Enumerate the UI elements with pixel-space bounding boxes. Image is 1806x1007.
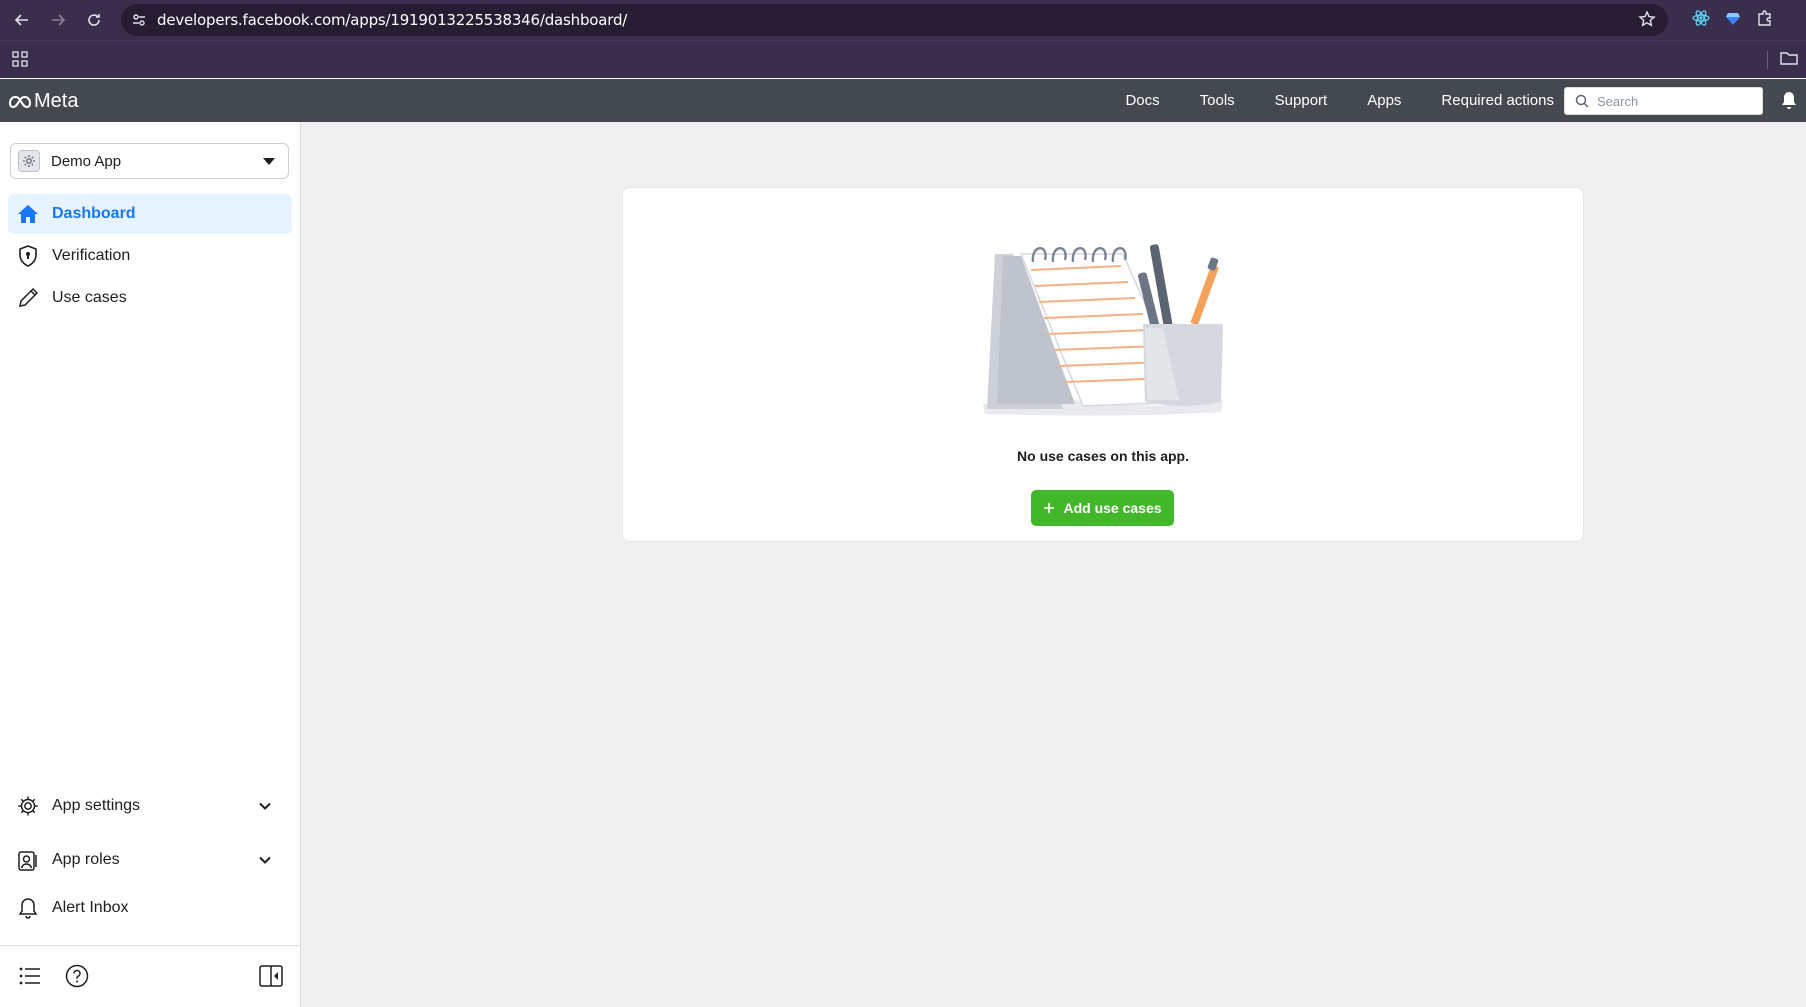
add-use-cases-label: Add use cases [1063, 500, 1162, 516]
empty-state-message: No use cases on this app. [1017, 448, 1189, 464]
bookmarks-separator [1767, 51, 1768, 69]
sidebar-item-label: App settings [52, 797, 141, 814]
sidebar-item-verification[interactable]: Verification [8, 236, 292, 276]
sidebar-item-app-roles[interactable]: App roles [8, 840, 292, 880]
sidebar-footer [0, 945, 300, 1007]
nav-link-tools[interactable]: Tools [1200, 92, 1235, 109]
app-name: Demo App [51, 152, 122, 170]
address-bar[interactable]: developers.facebook.com/apps/19190132255… [121, 4, 1668, 36]
sidebar-item-label: App roles [52, 851, 120, 868]
folder-icon[interactable] [1780, 50, 1798, 71]
sidebar-item-label: Dashboard [52, 205, 136, 222]
collapse-sidebar-icon[interactable] [259, 965, 283, 992]
user-badge-icon [16, 848, 40, 872]
list-icon[interactable] [19, 966, 41, 991]
reload-button[interactable] [76, 0, 112, 40]
sidebar-item-alert-inbox[interactable]: Alert Inbox [8, 888, 292, 928]
notifications-bell-icon[interactable] [1780, 91, 1798, 115]
chevron-down-icon [258, 853, 272, 872]
add-use-cases-button[interactable]: Add use cases [1031, 490, 1174, 526]
apps-grid-icon[interactable] [12, 51, 28, 72]
sidebar-item-app-settings[interactable]: App settings [8, 786, 292, 826]
nav-link-required-actions[interactable]: Required actions [1441, 92, 1554, 109]
sidebar-item-use-cases[interactable]: Use cases [8, 278, 292, 318]
help-icon[interactable] [65, 964, 89, 993]
notebook-illustration [983, 244, 1223, 416]
url-text[interactable]: developers.facebook.com/apps/19190132255… [157, 11, 627, 29]
meta-infinity-icon [9, 95, 31, 108]
meta-header: Meta Docs Tools Support Apps Required ac… [0, 79, 1806, 122]
shield-icon [16, 244, 40, 268]
back-button[interactable] [4, 0, 40, 40]
sidebar-item-label: Alert Inbox [52, 899, 129, 916]
nav-link-apps[interactable]: Apps [1367, 92, 1401, 109]
star-icon[interactable] [1638, 10, 1656, 33]
caret-down-icon [263, 158, 275, 165]
forward-button[interactable] [40, 0, 76, 40]
sidebar-item-dashboard[interactable]: Dashboard [8, 194, 292, 234]
sidebar: Demo App Dashboard Verification Use case… [0, 122, 301, 1007]
app-gear-icon [18, 150, 40, 172]
top-nav: Docs Tools Support Apps Required actions [1085, 79, 1554, 122]
extensions-icon[interactable] [1756, 9, 1774, 32]
home-icon [16, 202, 40, 226]
empty-state-card: No use cases on this app. Add use cases [622, 187, 1584, 542]
react-devtools-icon[interactable] [1692, 9, 1710, 32]
app-selector-dropdown[interactable]: Demo App [10, 143, 289, 179]
bookmarks-bar [0, 40, 1806, 78]
search-icon [1575, 94, 1589, 108]
reload-icon [88, 14, 100, 26]
sidebar-item-label: Verification [52, 247, 131, 264]
browser-toolbar: developers.facebook.com/apps/19190132255… [0, 0, 1806, 40]
arrow-left-icon [14, 14, 28, 26]
meta-logo-text: Meta [34, 90, 79, 112]
search-input[interactable] [1597, 93, 1747, 109]
search-box[interactable] [1564, 87, 1763, 115]
gem-extension-icon[interactable] [1724, 9, 1742, 32]
chevron-down-icon [258, 799, 272, 818]
nav-link-support[interactable]: Support [1275, 92, 1328, 109]
bell-icon [16, 896, 40, 920]
nav-link-docs[interactable]: Docs [1125, 92, 1159, 109]
arrow-right-icon [52, 14, 66, 26]
sidebar-item-label: Use cases [52, 289, 127, 306]
gear-icon [16, 794, 40, 818]
plus-icon [1043, 502, 1055, 514]
meta-logo[interactable]: Meta [9, 90, 78, 113]
pencil-icon [16, 286, 40, 310]
site-settings-icon[interactable] [121, 12, 157, 28]
